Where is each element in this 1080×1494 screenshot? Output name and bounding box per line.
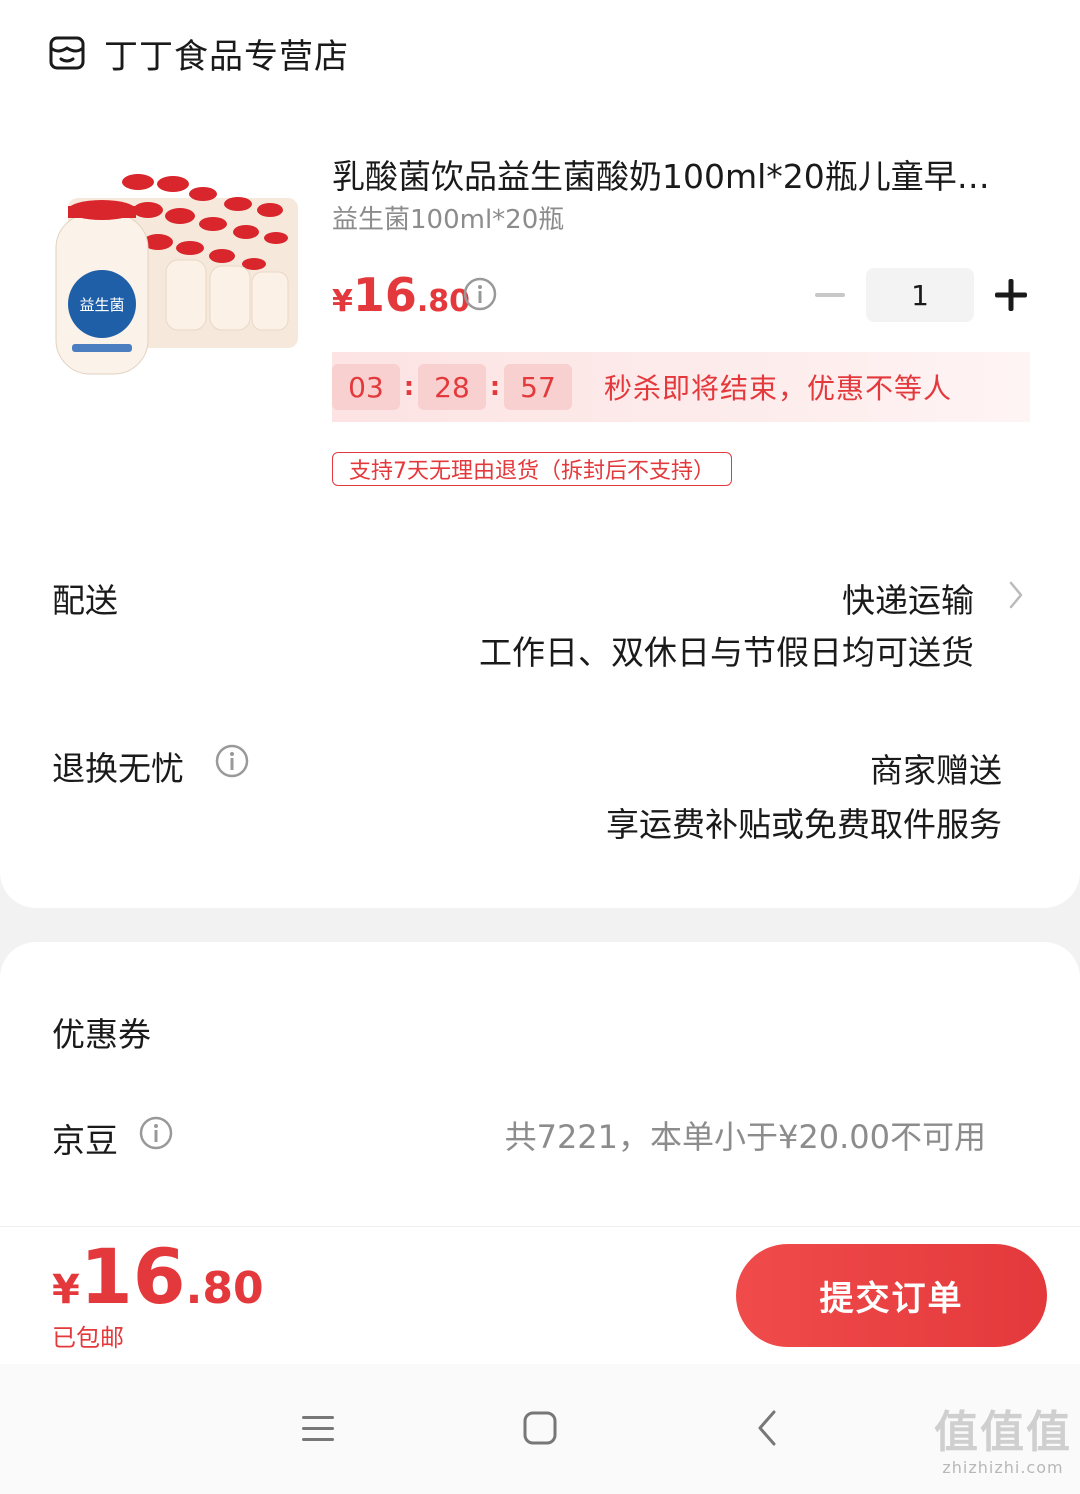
jingdou-label: 京豆 bbox=[52, 1121, 118, 1160]
total-price: ¥ 16 .80 bbox=[52, 1232, 264, 1321]
menu-icon[interactable] bbox=[298, 1408, 338, 1448]
submit-order-button[interactable]: 提交订单 bbox=[736, 1244, 1047, 1347]
countdown-hours: 03 bbox=[332, 364, 400, 410]
shop-name: 丁丁食品专营店 bbox=[104, 36, 349, 77]
return-service-value: 商家赠送 bbox=[870, 751, 1002, 790]
total-decimal: .80 bbox=[185, 1263, 264, 1314]
delivery-method[interactable]: 快递运输 bbox=[842, 574, 974, 622]
total-symbol: ¥ bbox=[52, 1267, 80, 1313]
shipping-status: 已包邮 bbox=[52, 1324, 124, 1352]
product-image[interactable]: 益生菌 bbox=[48, 168, 300, 378]
chevron-right-icon[interactable] bbox=[1008, 580, 1024, 610]
delivery-detail: 工作日、双休日与节假日均可送货 bbox=[479, 633, 974, 672]
jingdou-note: 共7221，本单小于¥20.00不可用 bbox=[504, 1118, 986, 1156]
product-title[interactable]: 乳酸菌饮品益生菌酸奶100ml*20瓶儿童早餐奶饮料 bbox=[332, 155, 1012, 199]
svg-text:益生菌: 益生菌 bbox=[79, 296, 124, 314]
coupon-label[interactable]: 优惠券 bbox=[52, 1008, 151, 1056]
flash-sale-text: 秒杀即将结束，优惠不等人 bbox=[604, 372, 953, 405]
return-policy-badge: 支持7天无理由退货（拆封后不支持） bbox=[332, 452, 732, 486]
watermark-url: zhizhizhi.com bbox=[942, 1458, 1064, 1477]
product-price: ¥ 16 .80 bbox=[332, 268, 470, 322]
countdown-minutes: 28 bbox=[418, 364, 486, 410]
return-service-detail: 享运费补贴或免费取件服务 bbox=[606, 805, 1002, 844]
home-icon[interactable] bbox=[520, 1408, 560, 1448]
minus-icon bbox=[815, 293, 845, 297]
watermark: 值值值 zhizhizhi.com bbox=[934, 1407, 1072, 1478]
shop-header[interactable]: 丁丁食品专营店 bbox=[48, 28, 349, 78]
countdown-separator: : bbox=[489, 372, 501, 402]
back-icon[interactable] bbox=[748, 1408, 788, 1448]
return-info-icon[interactable] bbox=[214, 743, 250, 779]
flash-sale-banner: 03 : 28 : 57 秒杀即将结束，优惠不等人 bbox=[332, 352, 1030, 422]
countdown-separator: : bbox=[403, 372, 415, 402]
discount-card bbox=[0, 942, 1080, 1242]
total-integer: 16 bbox=[79, 1232, 186, 1321]
shop-icon bbox=[49, 36, 85, 70]
quantity-field[interactable]: 1 bbox=[866, 268, 974, 322]
return-service-label: 退换无忧 bbox=[52, 749, 184, 788]
price-info-icon[interactable] bbox=[462, 276, 498, 312]
price-symbol: ¥ bbox=[332, 284, 353, 319]
delivery-label: 配送 bbox=[52, 581, 118, 620]
quantity-decrease-button[interactable] bbox=[812, 282, 848, 308]
product-spec[interactable]: 益生菌100ml*20瓶 bbox=[332, 200, 564, 240]
watermark-logo: 值值值 bbox=[934, 1407, 1072, 1458]
quantity-increase-button[interactable] bbox=[992, 276, 1030, 314]
price-integer: 16 bbox=[352, 268, 417, 322]
jingdou-info-icon[interactable] bbox=[138, 1115, 174, 1151]
countdown-seconds: 57 bbox=[504, 364, 572, 410]
